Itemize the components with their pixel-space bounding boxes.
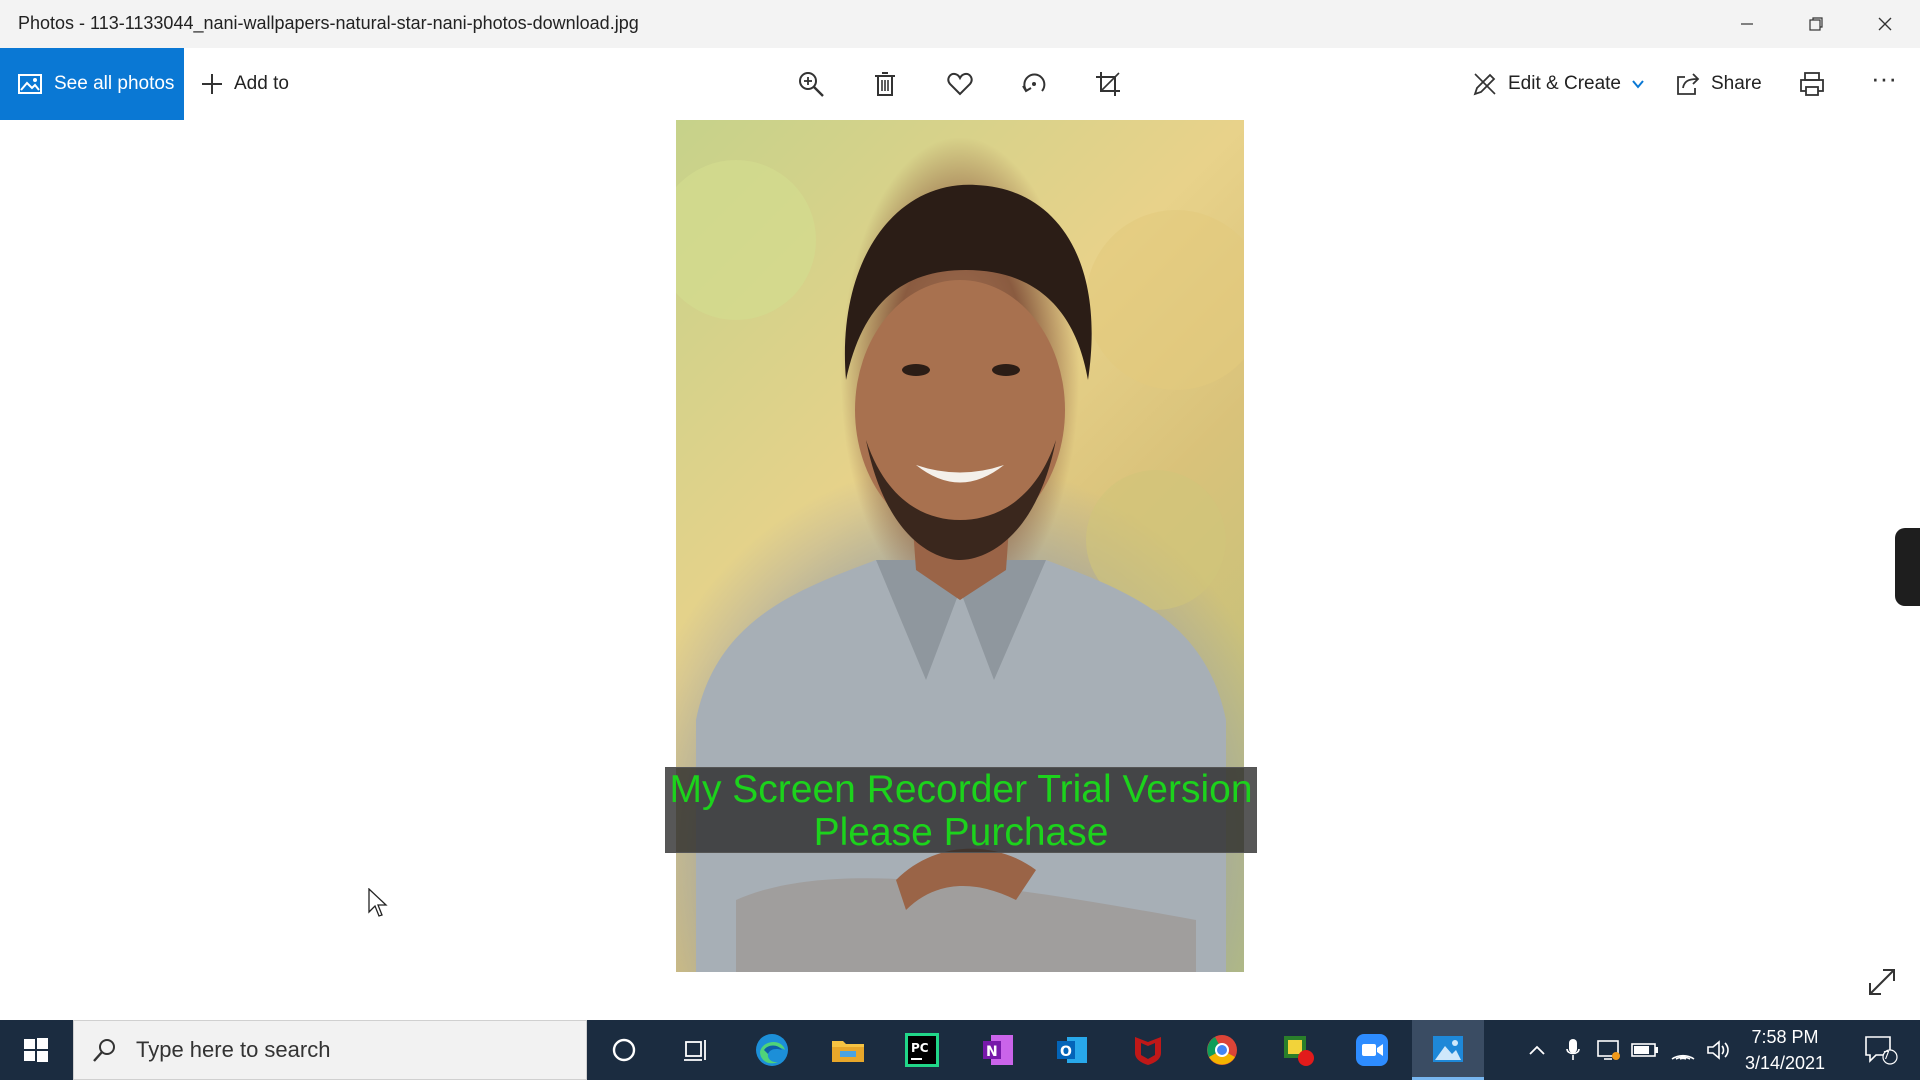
edit-create-icon <box>1473 73 1496 96</box>
watermark-line-1: My Screen Recorder Trial Version <box>669 768 1253 811</box>
wifi-icon <box>1671 1054 1695 1060</box>
delete-icon <box>875 72 895 96</box>
screen-recorder-watermark: My Screen Recorder Trial Version Please … <box>665 767 1257 854</box>
close-icon <box>1878 17 1892 31</box>
photos-icon <box>1433 1035 1463 1062</box>
share-label: Share <box>1711 73 1762 94</box>
title-bar: Photos - 113-1133044_nani-wallpapers-nat… <box>0 0 1920 48</box>
screen-recorder-icon <box>1284 1036 1314 1066</box>
zoom-in-icon <box>799 72 824 97</box>
action-center-button[interactable]: 7 <box>1856 1020 1906 1080</box>
photos-toolbar: See all photos Add to Edit & Create Shar… <box>0 48 1920 120</box>
photo-gallery-icon <box>18 74 42 94</box>
add-to-button[interactable]: Add to <box>200 48 289 120</box>
taskbar-chrome[interactable] <box>1186 1020 1258 1080</box>
minimize-button[interactable] <box>1712 0 1782 48</box>
mouse-cursor-icon <box>368 888 388 917</box>
minimize-icon <box>1741 23 1753 25</box>
full-screen-button[interactable] <box>1866 966 1898 998</box>
start-button[interactable] <box>0 1020 72 1080</box>
chevron-down-icon <box>1632 80 1644 89</box>
crop-icon <box>1096 72 1120 96</box>
taskbar-outlook[interactable]: O <box>1036 1020 1108 1080</box>
share-button[interactable]: Share <box>1675 48 1762 120</box>
delete-button[interactable] <box>869 68 901 100</box>
chrome-icon <box>1207 1035 1237 1065</box>
taskbar-file-explorer[interactable] <box>812 1020 884 1080</box>
add-to-label: Add to <box>234 73 289 94</box>
see-all-photos-label: See all photos <box>54 73 175 94</box>
rotate-icon <box>1022 73 1046 93</box>
taskbar: Type here to search PC N O 7:58 PM 3/14/… <box>0 1020 1920 1080</box>
battery-icon <box>1631 1043 1658 1057</box>
task-view-icon <box>684 1040 706 1061</box>
security-monitor-icon <box>1597 1040 1620 1060</box>
task-view-button[interactable] <box>660 1020 732 1080</box>
share-icon <box>1677 73 1700 95</box>
favorite-button[interactable] <box>944 68 976 100</box>
edge-icon <box>756 1034 788 1066</box>
battery-tray-button[interactable] <box>1630 1020 1660 1080</box>
mcafee-icon <box>1135 1037 1161 1065</box>
network-tray-button[interactable] <box>1668 1020 1698 1080</box>
taskbar-clock[interactable]: 7:58 PM 3/14/2021 <box>1730 1020 1840 1080</box>
zoom-button[interactable] <box>795 68 827 100</box>
rotate-button[interactable] <box>1018 68 1050 100</box>
restore-button[interactable] <box>1781 0 1851 48</box>
taskbar-zoom[interactable] <box>1336 1020 1408 1080</box>
taskbar-pycharm[interactable]: PC <box>886 1020 958 1080</box>
close-button[interactable] <box>1850 0 1920 48</box>
file-explorer-icon <box>832 1041 864 1062</box>
svg-text:PC: PC <box>911 1041 929 1055</box>
edit-create-label: Edit & Create <box>1508 73 1621 94</box>
crop-button[interactable] <box>1092 68 1124 100</box>
onenote-icon: N <box>983 1035 1013 1065</box>
plus-icon <box>202 74 222 94</box>
see-all-photos-button[interactable]: See all photos <box>0 48 184 120</box>
outlook-icon: O <box>1057 1037 1087 1063</box>
taskbar-search-box[interactable]: Type here to search <box>73 1020 587 1080</box>
windows-logo-icon <box>24 1038 48 1062</box>
search-icon <box>93 1039 115 1062</box>
notification-count-badge: 7 <box>1883 1049 1890 1062</box>
taskbar-photos[interactable] <box>1412 1020 1484 1080</box>
expand-icon <box>1869 969 1895 995</box>
taskbar-edge[interactable] <box>736 1020 808 1080</box>
print-icon <box>1800 72 1824 96</box>
clock-time: 7:58 PM <box>1751 1027 1819 1047</box>
show-hidden-icons-button[interactable] <box>1522 1020 1552 1080</box>
speaker-icon <box>1707 1040 1729 1060</box>
chevron-up-icon <box>1529 1045 1545 1055</box>
microphone-tray-button[interactable] <box>1558 1020 1588 1080</box>
svg-text:O: O <box>1060 1044 1072 1060</box>
cortana-icon <box>612 1038 636 1062</box>
watermark-line-2: Please Purchase <box>813 811 1109 854</box>
svg-text:N: N <box>986 1044 998 1060</box>
cortana-button[interactable] <box>588 1020 660 1080</box>
edit-create-button[interactable]: Edit & Create <box>1472 48 1645 120</box>
search-placeholder: Type here to search <box>136 1037 331 1062</box>
microphone-icon <box>1566 1039 1580 1060</box>
taskbar-onenote[interactable]: N <box>962 1020 1034 1080</box>
print-button[interactable] <box>1796 68 1828 100</box>
pycharm-icon: PC <box>905 1033 939 1067</box>
taskbar-mcafee[interactable] <box>1112 1020 1184 1080</box>
side-panel-handle[interactable] <box>1895 528 1920 606</box>
window-title: Photos - 113-1133044_nani-wallpapers-nat… <box>18 13 639 33</box>
clock-date: 3/14/2021 <box>1744 1053 1826 1073</box>
defender-tray-button[interactable] <box>1594 1020 1624 1080</box>
more-options-button[interactable]: ··· <box>1868 62 1900 94</box>
favorite-heart-icon <box>947 72 973 96</box>
taskbar-screen-recorder[interactable] <box>1262 1020 1334 1080</box>
restore-icon <box>1809 17 1823 31</box>
notifications-icon <box>1865 1036 1898 1065</box>
zoom-icon <box>1356 1034 1388 1066</box>
